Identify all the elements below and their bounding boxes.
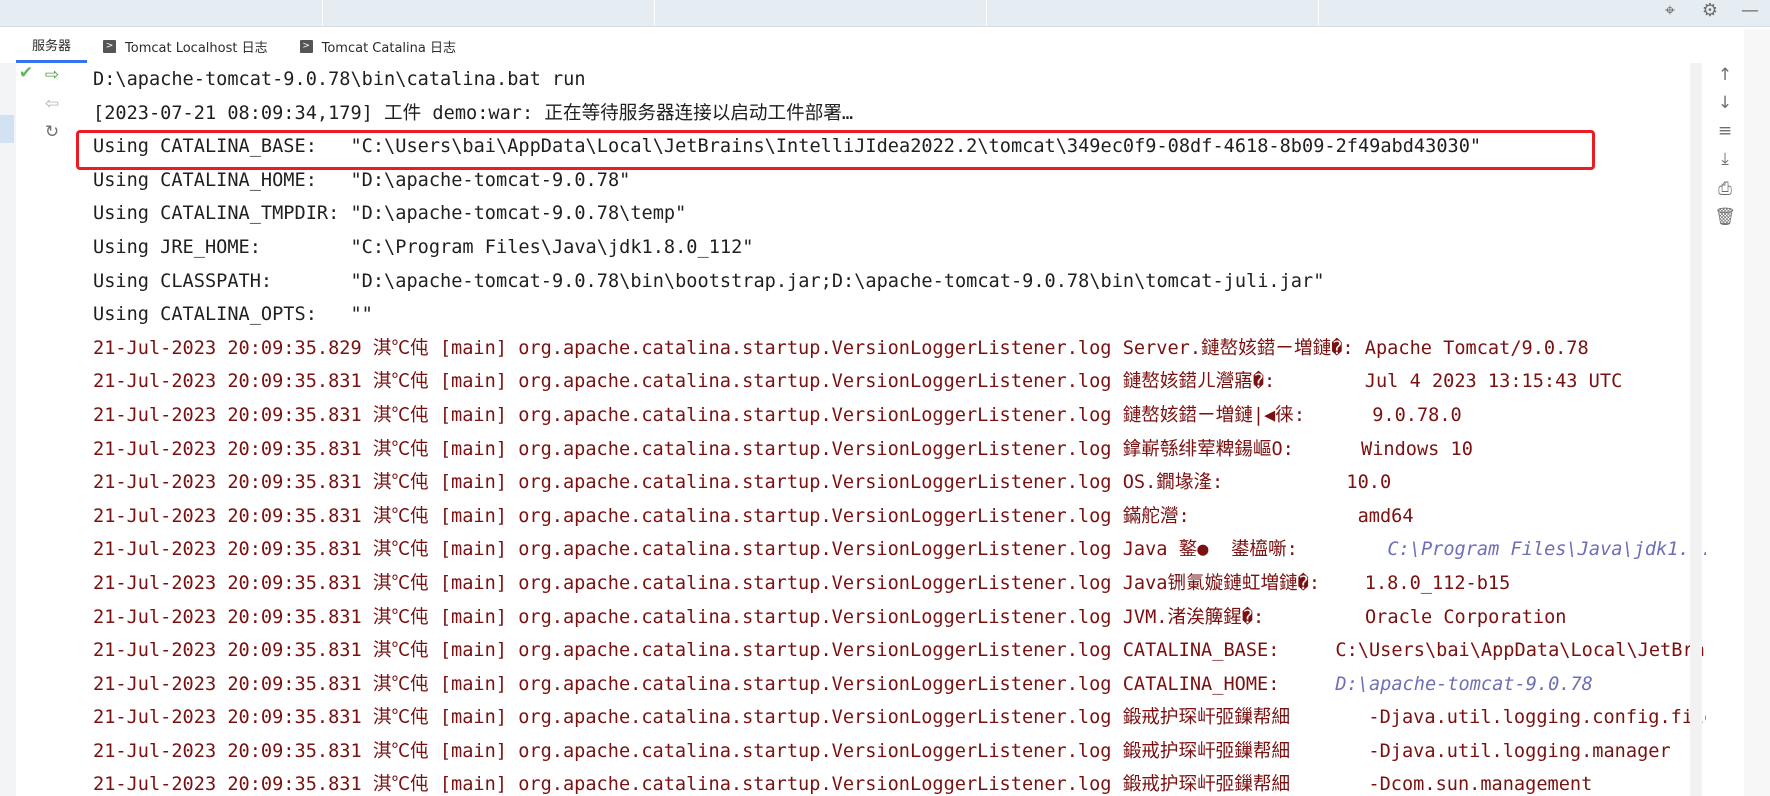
line-text: 21-Jul-2023 20:09:35.831 淇℃伅 [main] org.… — [93, 640, 1706, 662]
line-text: 21-Jul-2023 20:09:35.831 淇℃伅 [main] org.… — [93, 539, 1388, 561]
log-line: 21-Jul-2023 20:09:35.831 淇℃伅 [main] org.… — [76, 735, 1706, 769]
line-text: 21-Jul-2023 20:09:35.829 淇℃伅 [main] org.… — [93, 337, 1589, 359]
line-text: D:\apache-tomcat-9.0.78\bin\catalina.bat… — [93, 69, 586, 90]
console-scrollbar[interactable] — [1690, 63, 1702, 796]
log-line: 21-Jul-2023 20:09:35.831 淇℃伅 [main] org.… — [76, 533, 1706, 567]
log-line: 21-Jul-2023 20:09:35.831 淇℃伅 [main] org.… — [76, 768, 1706, 796]
log-line: 21-Jul-2023 20:09:35.831 淇℃伅 [main] org.… — [76, 500, 1706, 534]
console-output[interactable]: D:\apache-tomcat-9.0.78\bin\catalina.bat… — [76, 63, 1706, 796]
console-line: Using JRE_HOME: "C:\Program Files\Java\j… — [76, 231, 1706, 265]
log-line: 21-Jul-2023 20:09:35.831 淇℃伅 [main] org.… — [76, 601, 1706, 635]
scroll-up-icon[interactable]: ↑ — [1706, 63, 1744, 87]
line-text: Using CLASSPATH: "D:\apache-tomcat-9.0.7… — [93, 270, 1325, 292]
log-line: 21-Jul-2023 20:09:35.831 淇℃伅 [main] org.… — [76, 365, 1706, 399]
log-line: 21-Jul-2023 20:09:35.831 淇℃伅 [main] org.… — [76, 668, 1706, 702]
target-icon[interactable]: ⌖ — [1650, 0, 1690, 22]
console-line: Using CATALINA_TMPDIR: "D:\apache-tomcat… — [76, 197, 1706, 231]
undeploy-arrow-icon[interactable]: ⇦ — [40, 94, 64, 114]
line-text: 21-Jul-2023 20:09:35.831 淇℃伅 [main] org.… — [93, 572, 1511, 594]
trash-icon[interactable]: 🗑 — [1706, 205, 1744, 229]
line-text: Using JRE_HOME: "C:\Program Files\Java\j… — [93, 236, 754, 258]
line-text: 21-Jul-2023 20:09:35.831 淇℃伅 [main] org.… — [93, 740, 1671, 762]
log-line: 21-Jul-2023 20:09:35.831 淇℃伅 [main] org.… — [76, 433, 1706, 467]
line-text: 21-Jul-2023 20:09:35.831 淇℃伅 [main] org.… — [93, 707, 1706, 729]
strip-separator — [986, 0, 987, 26]
log-line: 21-Jul-2023 20:09:35.831 淇℃伅 [main] org.… — [76, 634, 1706, 668]
minimize-icon[interactable]: — — [1730, 0, 1770, 22]
line-text: 21-Jul-2023 20:09:35.831 淇℃伅 [main] org.… — [93, 438, 1473, 460]
line-text: 21-Jul-2023 20:09:35.831 淇℃伅 [main] org.… — [93, 673, 1336, 695]
console-line: [2023-07-21 08:09:34,179] 工件 demo:war: 正… — [76, 97, 1706, 131]
log-line: 21-Jul-2023 20:09:35.831 淇℃伅 [main] org.… — [76, 466, 1706, 500]
strip-separator — [1318, 0, 1319, 26]
tab-label: 服务器 — [32, 39, 72, 54]
console-icon: > — [299, 39, 313, 53]
tab-tomcat-localhost-log[interactable]: > Tomcat Localhost 日志 — [87, 29, 284, 63]
scroll-down-icon[interactable]: ↓ — [1706, 91, 1744, 115]
line-text: Using CATALINA_TMPDIR: "D:\apache-tomcat… — [93, 203, 687, 225]
strip-separator — [322, 0, 323, 26]
line-text: 21-Jul-2023 20:09:35.831 淇℃伅 [main] org.… — [93, 472, 1392, 494]
tab-label: Tomcat Catalina 日志 — [321, 40, 456, 56]
tab-label: Tomcat Localhost 日志 — [125, 40, 268, 56]
console-line: Using CATALINA_BASE: "C:\Users\bai\AppDa… — [76, 130, 1706, 164]
tab-tomcat-catalina-log[interactable]: > Tomcat Catalina 日志 — [284, 29, 472, 63]
top-toolbar: ⌖ ⚙ — — [1650, 0, 1770, 22]
console-line: Using CLASSPATH: "D:\apache-tomcat-9.0.7… — [76, 265, 1706, 299]
line-text: Using CATALINA_HOME: "D:\apache-tomcat-9… — [93, 169, 631, 191]
gear-icon[interactable]: ⚙ — [1690, 0, 1730, 22]
run-check-icon: ✔ — [18, 63, 34, 83]
left-action-toolbar: ✔ ⇨ ⇦ ↻ — [16, 63, 77, 796]
line-text: [2023-07-21 08:09:34,179] 工件 demo:war: 正… — [93, 102, 854, 124]
scroll-to-end-icon[interactable]: ⤓ — [1706, 147, 1744, 171]
tab-server[interactable]: 服务器 — [16, 29, 88, 63]
line-text: 21-Jul-2023 20:09:35.831 淇℃伅 [main] org.… — [93, 774, 1593, 796]
line-text: 21-Jul-2023 20:09:35.831 淇℃伅 [main] org.… — [93, 505, 1414, 527]
line-text: 21-Jul-2023 20:09:35.831 淇℃伅 [main] org.… — [93, 606, 1567, 628]
services-tree-gutter — [0, 63, 16, 796]
line-text: 21-Jul-2023 20:09:35.831 淇℃伅 [main] org.… — [93, 404, 1462, 426]
window-right-edge — [1744, 29, 1770, 796]
console-icon: > — [103, 39, 117, 53]
line-text: 21-Jul-2023 20:09:35.831 淇℃伅 [main] org.… — [93, 371, 1623, 393]
selected-node-marker[interactable] — [0, 115, 14, 143]
print-icon[interactable]: ⎙ — [1706, 177, 1744, 201]
window-top-strip: ⌖ ⚙ — — [0, 0, 1770, 27]
deploy-arrow-icon[interactable]: ⇨ — [40, 65, 64, 85]
path-link[interactable]: C:\Program Files\Java\jdk1.8.0_112\jre — [1387, 539, 1706, 560]
path-link[interactable]: D:\apache-tomcat-9.0.78 — [1335, 674, 1592, 695]
console-line: D:\apache-tomcat-9.0.78\bin\catalina.bat… — [76, 63, 1706, 97]
console-lines: D:\apache-tomcat-9.0.78\bin\catalina.bat… — [76, 63, 1706, 796]
soft-wrap-icon[interactable]: ≡ — [1706, 119, 1744, 143]
refresh-icon[interactable]: ↻ — [40, 122, 64, 142]
tool-window-tabs: 服务器 > Tomcat Localhost 日志 > Tomcat Catal… — [0, 29, 1744, 64]
line-text: Using CATALINA_BASE: "C:\Users\bai\AppDa… — [93, 136, 1482, 158]
line-text: Using CATALINA_OPTS: "" — [93, 304, 373, 326]
strip-separator — [654, 0, 655, 26]
log-line: 21-Jul-2023 20:09:35.829 淇℃伅 [main] org.… — [76, 332, 1706, 366]
log-line: 21-Jul-2023 20:09:35.831 淇℃伅 [main] org.… — [76, 567, 1706, 601]
console-line: Using CATALINA_HOME: "D:\apache-tomcat-9… — [76, 164, 1706, 198]
right-action-toolbar: ↑ ↓ ≡ ⤓ ⎙ 🗑 — [1706, 63, 1744, 796]
log-line: 21-Jul-2023 20:09:35.831 淇℃伅 [main] org.… — [76, 399, 1706, 433]
log-line: 21-Jul-2023 20:09:35.831 淇℃伅 [main] org.… — [76, 701, 1706, 735]
console-line: Using CATALINA_OPTS: "" — [76, 298, 1706, 332]
